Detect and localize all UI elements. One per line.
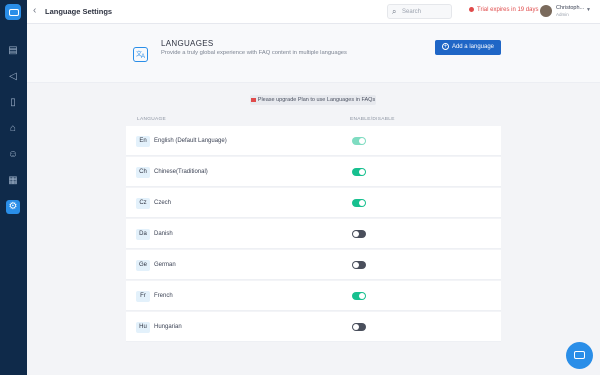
chevron-down-icon[interactable]: ▼: [586, 7, 591, 13]
trial-notice[interactable]: Trial expires in 19 days: [469, 7, 538, 13]
language-row: Hu Hungarian: [126, 312, 501, 342]
language-row: En English (Default Language): [126, 126, 501, 156]
inbox-icon[interactable]: ▤: [6, 44, 20, 58]
language-row: Ch Chinese(Traditional): [126, 157, 501, 187]
column-header-enable: ENABLE/DISABLE: [350, 117, 395, 122]
toggle-knob: [353, 231, 359, 237]
language-code-badge: Cz: [136, 198, 150, 209]
flag-icon: [250, 97, 256, 102]
language-toggle[interactable]: [352, 137, 366, 145]
language-toggle[interactable]: [352, 168, 366, 176]
language-toggle[interactable]: [352, 323, 366, 331]
toggle-knob: [353, 262, 359, 268]
building-icon[interactable]: ⌂: [6, 122, 20, 136]
language-name: Danish: [154, 231, 173, 237]
topbar: ‹ Language Settings ⌕ Search Trial expir…: [27, 0, 600, 24]
users-icon[interactable]: ☺: [6, 148, 20, 162]
chat-widget-button[interactable]: [566, 342, 593, 369]
language-toggle[interactable]: [352, 261, 366, 269]
toggle-knob: [359, 293, 365, 299]
toggle-knob: [353, 324, 359, 330]
sidebar: ▤ ◁ ▯ ⌂ ☺ ▦ ⚙: [0, 0, 27, 375]
section-heading: LANGUAGES: [161, 39, 214, 48]
language-code-badge: En: [136, 136, 150, 147]
page-title: Language Settings: [45, 7, 113, 16]
toggle-knob: [359, 200, 365, 206]
add-language-button[interactable]: + Add a language: [435, 40, 501, 55]
language-name: Czech: [154, 200, 172, 206]
globe-language-icon: 文A: [133, 47, 148, 62]
languages-header: 文A LANGUAGES Provide a truly global expe…: [27, 24, 600, 83]
language-toggle[interactable]: [352, 292, 366, 300]
user-name[interactable]: Christoph...: [556, 5, 584, 11]
language-name: Chinese(Traditional): [154, 169, 208, 175]
back-chevron-icon[interactable]: ‹: [33, 5, 36, 16]
language-code-badge: Hu: [136, 322, 150, 333]
trial-text: Trial expires in 19 days: [477, 7, 539, 14]
toggle-knob: [359, 169, 365, 175]
language-name: Hungarian: [154, 324, 182, 330]
language-row: Da Danish: [126, 219, 501, 249]
language-toggle[interactable]: [352, 199, 366, 207]
toggle-knob: [359, 138, 365, 144]
language-code-badge: Fr: [136, 291, 150, 302]
language-name: German: [154, 262, 176, 268]
language-code-badge: Ge: [136, 260, 150, 271]
section-description: Provide a truly global experience with F…: [161, 50, 347, 56]
language-row: Cz Czech: [126, 188, 501, 218]
app-logo[interactable]: [5, 4, 21, 20]
language-toggle[interactable]: [352, 230, 366, 238]
column-header-language: LANGUAGE: [137, 117, 167, 122]
language-row: Fr French: [126, 281, 501, 311]
upgrade-notice-text: Please upgrade Plan to use Languages in …: [257, 97, 376, 103]
language-code-badge: Da: [136, 229, 150, 240]
alert-icon: [469, 7, 474, 12]
apps-icon[interactable]: ▦: [6, 174, 20, 188]
plus-icon: +: [441, 42, 449, 50]
user-role: Admin: [556, 12, 569, 17]
language-name: English (Default Language): [154, 138, 227, 144]
document-icon[interactable]: ▯: [6, 96, 20, 110]
search-placeholder: Search: [402, 9, 422, 15]
settings-icon[interactable]: ⚙: [6, 200, 20, 214]
language-row: Ge German: [126, 250, 501, 280]
language-code-badge: Ch: [136, 167, 150, 178]
chat-icon: [574, 351, 585, 359]
language-name: French: [154, 293, 173, 299]
add-language-label: Add a language: [451, 44, 495, 50]
search-icon: ⌕: [392, 7, 397, 16]
megaphone-icon[interactable]: ◁: [6, 70, 20, 84]
upgrade-notice: Please upgrade Plan to use Languages in …: [250, 95, 376, 105]
search-input[interactable]: ⌕ Search: [387, 4, 452, 19]
avatar[interactable]: [540, 5, 552, 17]
